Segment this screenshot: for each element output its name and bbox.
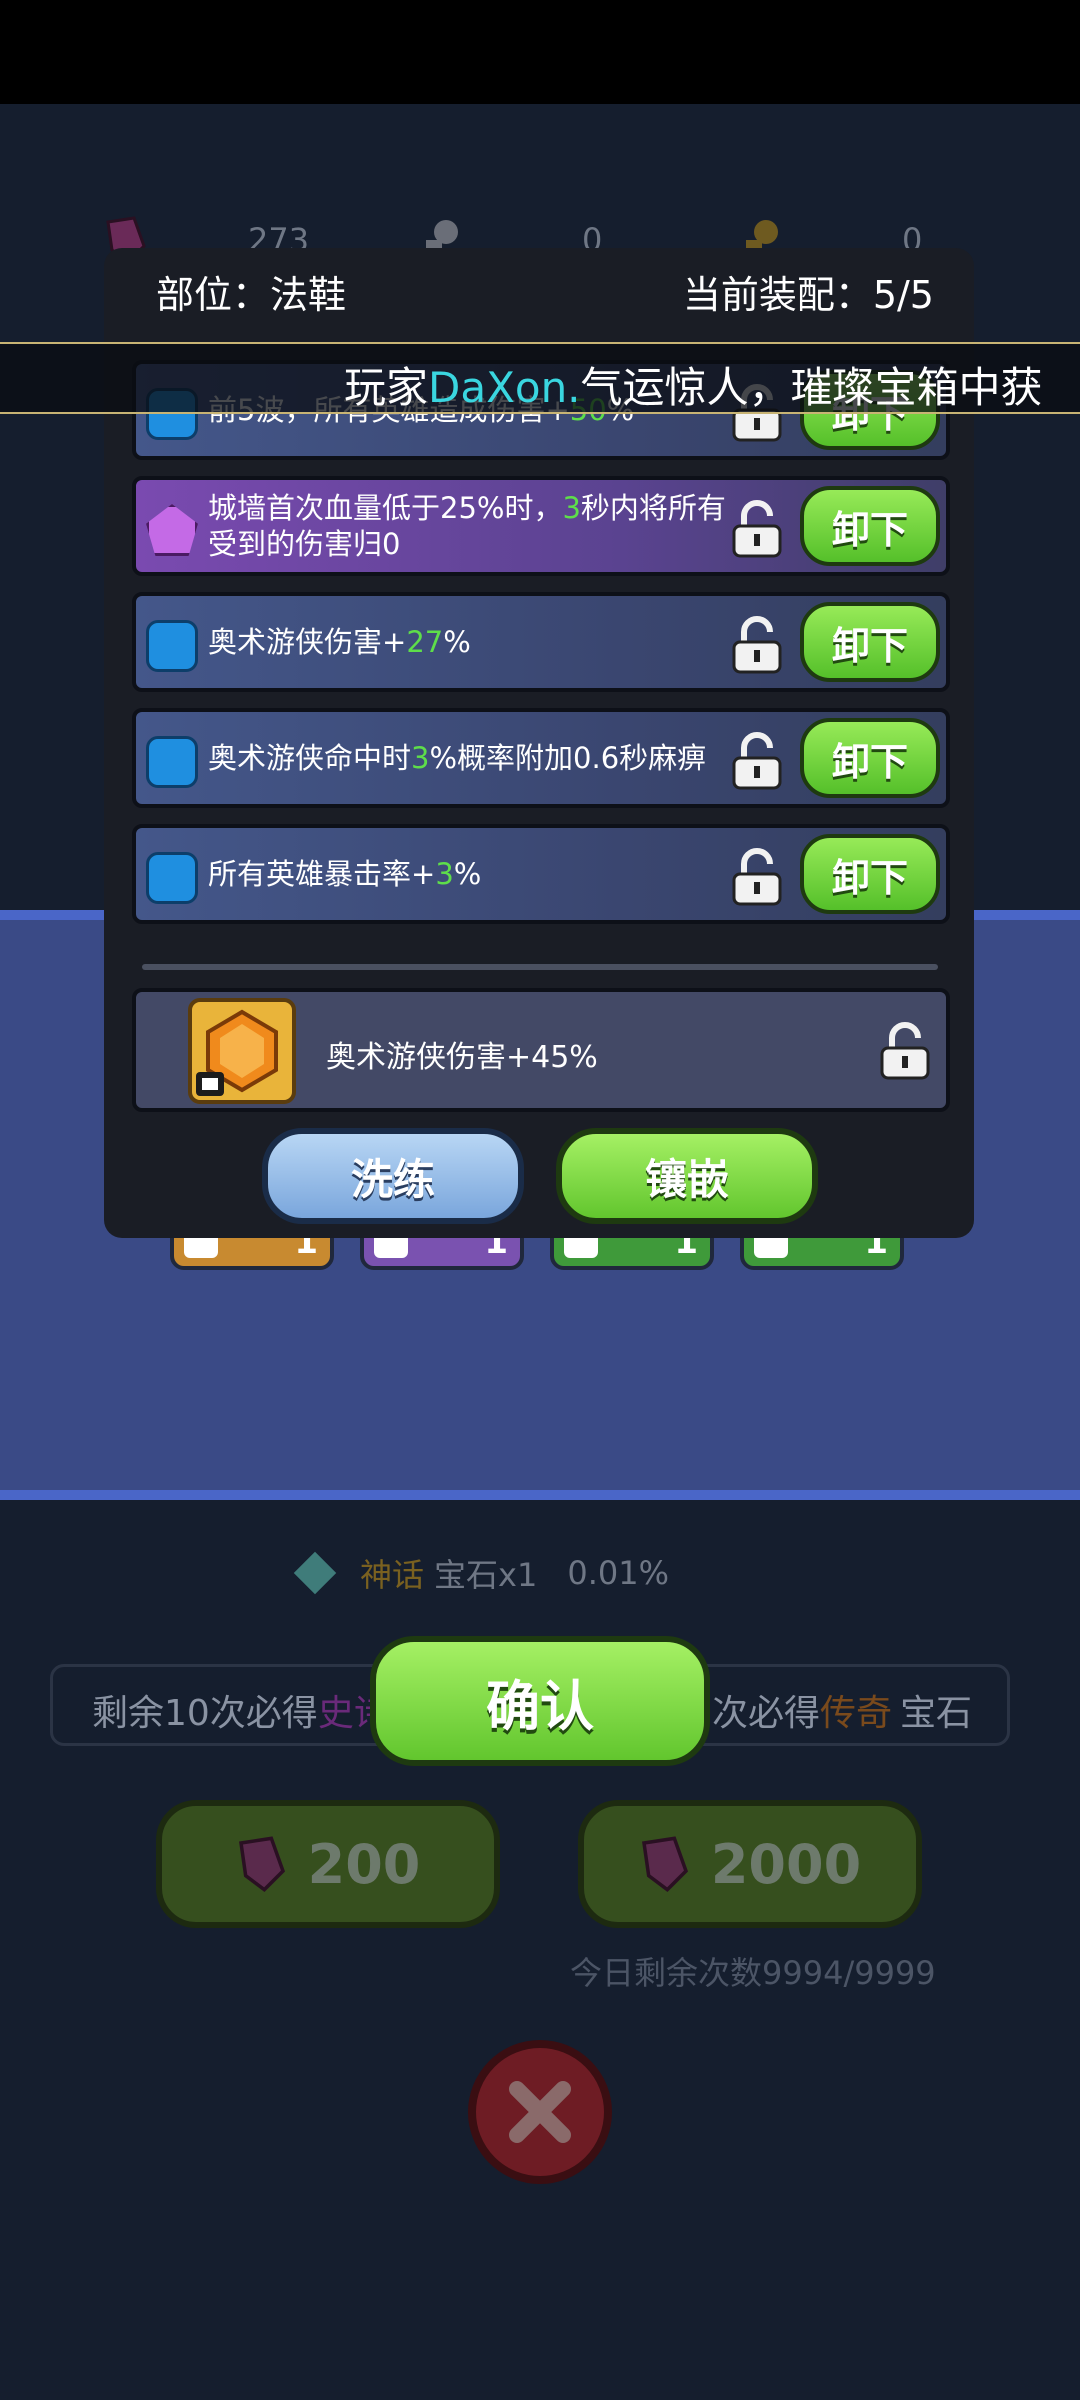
pity-right-text: 次必得传奇 宝石 (712, 1693, 973, 1734)
unload-button[interactable]: 卸下 (800, 602, 940, 682)
gem-slot: 所有英雄暴击率+3% 卸下 (132, 824, 950, 924)
gem-effect-text: 所有英雄暴击率+3% (208, 857, 482, 891)
unlock-icon[interactable] (726, 614, 788, 676)
new-gem-slot[interactable] (188, 998, 296, 1104)
blue-gem-icon (146, 620, 198, 672)
gem-slot: 城墙首次血量低于25%时，3秒内将所有受到的伤害归0 卸下 (132, 476, 950, 576)
reforge-button[interactable]: 洗练 (262, 1128, 524, 1224)
unlock-icon[interactable] (726, 730, 788, 792)
unlock-icon[interactable] (726, 846, 788, 908)
blue-gem-icon (146, 852, 198, 904)
equipped-count-label: 当前装配：5/5 (682, 273, 934, 317)
close-icon (509, 2081, 571, 2143)
gem-slot: 奥术游侠命中时3%概率附加0.6秒麻痹 卸下 (132, 708, 950, 808)
announcement-banner: 玩家DaXon.气运惊人，璀璨宝箱中获 (0, 342, 1080, 414)
draw-ten-button[interactable]: 2000 (578, 1800, 922, 1928)
unload-button[interactable]: 卸下 (800, 834, 940, 914)
unlock-icon[interactable] (874, 1020, 936, 1082)
new-gem-row: 奥术游侠伤害+45% (132, 988, 950, 1112)
drop-rate-line: 神话 宝石x1 0.01% (293, 1550, 669, 1596)
remaining-draws: 今日剩余次数9994/9999 (570, 1954, 936, 1992)
purple-gem-icon (238, 1836, 285, 1892)
gem-effect-text: 奥术游侠命中时3%概率附加0.6秒麻痹 (208, 741, 707, 775)
diamond-icon (293, 1551, 337, 1595)
gem-slot: 奥术游侠伤害+27% 卸下 (132, 592, 950, 692)
unload-button[interactable]: 卸下 (800, 486, 940, 566)
draw-one-button[interactable]: 200 (156, 1800, 500, 1928)
gem-effect-text: 城墙首次血量低于25%时，3秒内将所有受到的伤害归0 (208, 491, 726, 561)
divider (142, 964, 938, 970)
pity-left-text: 剩余10次必得史诗 (92, 1693, 390, 1734)
blue-gem-icon (146, 736, 198, 788)
confirm-button[interactable]: 确认 (370, 1636, 710, 1766)
announcement-text: 玩家DaXon.气运惊人，璀璨宝箱中获 (344, 363, 1043, 412)
unlock-icon[interactable] (726, 498, 788, 560)
purple-gem-icon (641, 1836, 688, 1892)
gem-effect-text: 奥术游侠伤害+27% (208, 625, 471, 659)
inlay-button[interactable]: 镶嵌 (556, 1128, 818, 1224)
orange-gem-icon (196, 1009, 278, 1096)
equipment-position-label: 部位：法鞋 (156, 273, 347, 317)
close-button[interactable] (468, 2040, 612, 2184)
unload-button[interactable]: 卸下 (800, 718, 940, 798)
new-gem-effect-text: 奥术游侠伤害+45% (326, 1040, 598, 1075)
status-bar (0, 0, 1080, 104)
purple-gem-icon (146, 504, 198, 556)
